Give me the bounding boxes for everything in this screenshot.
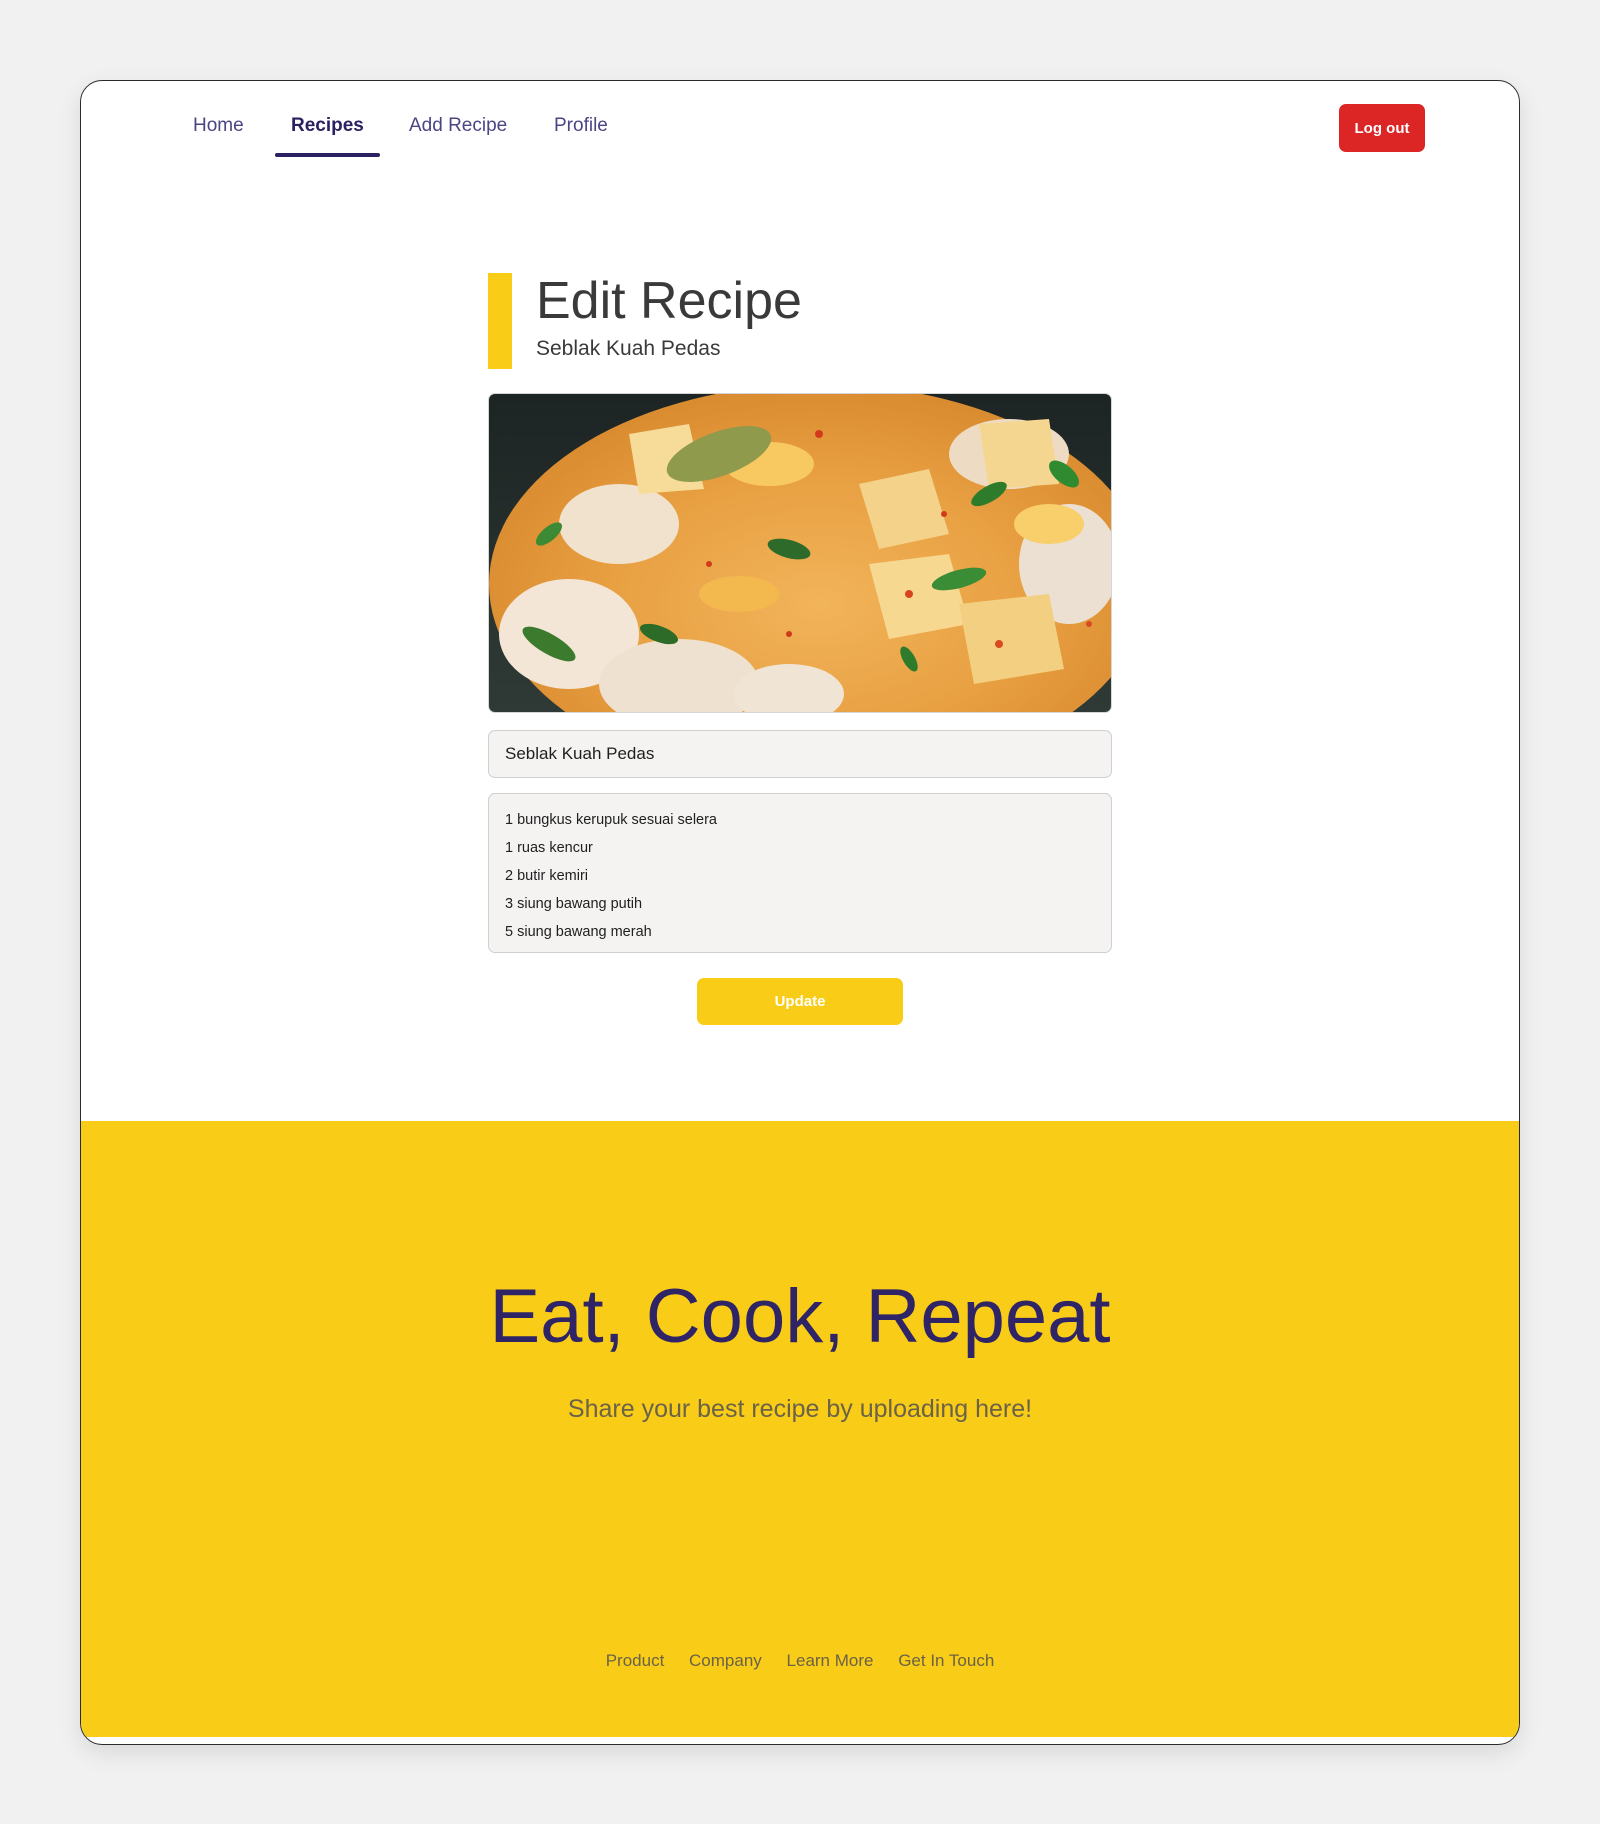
logout-button[interactable]: Log out bbox=[1339, 104, 1425, 152]
footer: Eat, Cook, Repeat Share your best recipe… bbox=[81, 1121, 1519, 1737]
footer-tagline: Share your best recipe by uploading here… bbox=[567, 1395, 1033, 1423]
nav-profile[interactable]: Profile bbox=[554, 113, 608, 157]
update-button[interactable]: Update bbox=[697, 978, 903, 1025]
footer-link-company[interactable]: Company bbox=[689, 1651, 762, 1670]
footer-headline: Eat, Cook, Repeat bbox=[489, 1274, 1111, 1359]
ingredient-line: 3 siung bawang putih bbox=[505, 896, 643, 912]
recipe-title-input[interactable] bbox=[488, 730, 1112, 778]
ingredient-line: 1 ruas kencur bbox=[505, 840, 593, 856]
page-title: Edit Recipe bbox=[536, 272, 802, 330]
ingredients-textarea[interactable]: 1 bungkus kerupuk sesuai selera 1 ruas k… bbox=[488, 793, 1112, 953]
app-window: Home Recipes Add Recipe Profile Log out … bbox=[80, 80, 1520, 1745]
nav-add-recipe[interactable]: Add Recipe bbox=[409, 113, 507, 157]
ingredient-line: 2 butir kemiri bbox=[505, 868, 588, 884]
nav-home[interactable]: Home bbox=[193, 113, 244, 157]
footer-link-product[interactable]: Product bbox=[606, 1651, 665, 1670]
footer-link-get-in-touch[interactable]: Get In Touch bbox=[898, 1651, 994, 1670]
page-subtitle: Seblak Kuah Pedas bbox=[536, 337, 721, 360]
accent-bar bbox=[488, 273, 512, 369]
ingredient-line: 1 bungkus kerupuk sesuai selera bbox=[505, 812, 717, 828]
footer-links: Product Company Learn More Get In Touch bbox=[81, 1651, 1519, 1671]
top-nav: Home Recipes Add Recipe Profile Log out bbox=[81, 81, 1519, 181]
nav-recipes[interactable]: Recipes bbox=[275, 113, 380, 157]
food-photo bbox=[489, 394, 1111, 712]
recipe-image[interactable] bbox=[488, 393, 1112, 713]
ingredient-line: 5 siung bawang merah bbox=[505, 924, 652, 940]
footer-link-learn-more[interactable]: Learn More bbox=[787, 1651, 874, 1670]
